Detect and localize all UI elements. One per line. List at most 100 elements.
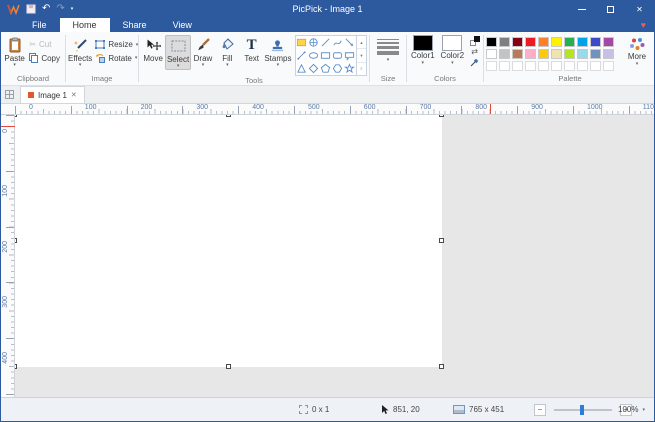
fill-tool-button[interactable]: Fill ▾: [215, 35, 239, 68]
palette-swatch-empty[interactable]: [577, 61, 588, 71]
palette-swatch[interactable]: [564, 37, 575, 47]
palette-swatch[interactable]: [486, 37, 497, 47]
window-list-icon[interactable]: [5, 90, 14, 99]
palette-swatch[interactable]: [538, 37, 549, 47]
close-tab-icon[interactable]: ✕: [71, 91, 77, 99]
tab-view[interactable]: View: [160, 18, 205, 32]
draw-tool-button[interactable]: Draw ▾: [191, 35, 215, 68]
palette-swatch[interactable]: [499, 37, 510, 47]
palette-swatch[interactable]: [590, 37, 601, 47]
minimize-button[interactable]: [567, 0, 596, 18]
gallery-expand[interactable]: ≡: [357, 63, 366, 75]
qat-customize-arrow[interactable]: ▾: [71, 4, 74, 14]
palette-swatch-empty[interactable]: [499, 61, 510, 71]
zoom-slider[interactable]: [554, 409, 612, 411]
default-colors-icon[interactable]: [470, 36, 480, 46]
copy-button[interactable]: Copy: [26, 51, 63, 65]
shape-star[interactable]: [344, 62, 356, 75]
tab-share[interactable]: Share: [110, 18, 160, 32]
palette-swatch[interactable]: [590, 49, 601, 59]
more-colors-button[interactable]: More ▾: [620, 35, 654, 67]
palette-swatch[interactable]: [512, 49, 523, 59]
ruler-label: 0: [29, 104, 33, 112]
shape-pentagon[interactable]: [320, 62, 332, 75]
shape-hexagon[interactable]: [332, 62, 344, 75]
palette-swatch-empty[interactable]: [564, 61, 575, 71]
shape-ellipse[interactable]: [308, 49, 320, 62]
undo-button[interactable]: ↶: [42, 4, 50, 14]
color1-button[interactable]: Color1 ▾: [409, 35, 437, 66]
selection-handle[interactable]: [226, 364, 231, 369]
color2-swatch: [442, 35, 462, 51]
group-label-palette: Palette: [484, 74, 655, 85]
shape-arrow-line[interactable]: [344, 36, 356, 49]
palette-swatch-empty[interactable]: [538, 61, 549, 71]
selection-handle[interactable]: [439, 364, 444, 369]
shape-circle-crosshair[interactable]: [308, 36, 320, 49]
gallery-scroll-down[interactable]: ▼: [357, 49, 366, 62]
palette-swatch-empty[interactable]: [590, 61, 601, 71]
selection-handle[interactable]: [226, 115, 231, 117]
document-tab[interactable]: Image 1 ✕: [20, 86, 85, 103]
line-width-icon[interactable]: [377, 39, 399, 55]
shape-line[interactable]: [320, 36, 332, 49]
palette-swatch[interactable]: [538, 49, 549, 59]
palette-swatch[interactable]: [551, 37, 562, 47]
shape-diamond[interactable]: [308, 62, 320, 75]
selection-handle[interactable]: [439, 238, 444, 243]
stamps-tool-button[interactable]: Stamps ▾: [264, 35, 292, 68]
maximize-button[interactable]: [596, 0, 625, 18]
selection-handle[interactable]: [439, 115, 444, 117]
palette-swatch[interactable]: [499, 49, 510, 59]
rotate-button[interactable]: Rotate ▾: [92, 51, 141, 65]
palette-swatch-empty[interactable]: [551, 61, 562, 71]
save-icon[interactable]: [26, 4, 36, 14]
shape-triangle[interactable]: [296, 62, 308, 75]
close-button[interactable]: ✕: [625, 0, 654, 18]
tab-home[interactable]: Home: [60, 18, 110, 32]
palette-swatch-empty[interactable]: [512, 61, 523, 71]
palette-swatch-empty[interactable]: [603, 61, 614, 71]
shape-curve[interactable]: [332, 36, 344, 49]
palette-swatch[interactable]: [525, 37, 536, 47]
image-canvas[interactable]: [15, 115, 442, 367]
size-dropdown-arrow[interactable]: ▾: [387, 57, 390, 63]
palette-swatch[interactable]: [577, 37, 588, 47]
paste-icon: [8, 36, 22, 54]
gallery-scroll-up[interactable]: ▲: [357, 36, 366, 49]
shape-rectangle-filled[interactable]: [296, 36, 308, 49]
zoom-level-dropdown[interactable]: ▾: [642, 407, 645, 413]
color2-button[interactable]: Color2 ▾: [439, 35, 467, 66]
shape-rounded-rectangle[interactable]: [332, 49, 344, 62]
effects-button[interactable]: Effects ▾: [68, 35, 92, 68]
palette-swatch[interactable]: [564, 49, 575, 59]
select-tool-button[interactable]: Select ▾: [165, 35, 190, 70]
palette-swatch[interactable]: [603, 37, 614, 47]
palette-swatch[interactable]: [603, 49, 614, 59]
zoom-slider-thumb[interactable]: [580, 405, 584, 415]
palette-swatch[interactable]: [551, 49, 562, 59]
palette-swatch-empty[interactable]: [486, 61, 497, 71]
ruler-label: 1000: [587, 104, 603, 112]
cut-button[interactable]: ✂ Cut: [26, 38, 63, 51]
palette-grid: [486, 35, 616, 73]
shape-speech-bubble[interactable]: [344, 49, 356, 62]
eyedropper-icon[interactable]: [470, 57, 480, 67]
palette-swatch[interactable]: [512, 37, 523, 47]
shape-rectangle[interactable]: [320, 49, 332, 62]
palette-swatch[interactable]: [486, 49, 497, 59]
palette-swatch[interactable]: [525, 49, 536, 59]
shape-polyline[interactable]: [296, 49, 308, 62]
resize-button[interactable]: Resize ▾: [92, 38, 141, 51]
ruler-label: 900: [531, 104, 543, 112]
move-tool-button[interactable]: Move: [141, 35, 165, 63]
zoom-out-button[interactable]: −: [534, 404, 546, 416]
palette-swatch-empty[interactable]: [525, 61, 536, 71]
palette-swatch[interactable]: [577, 49, 588, 59]
tab-file[interactable]: File: [19, 18, 60, 32]
text-tool-button[interactable]: T Text: [240, 35, 264, 63]
paste-button[interactable]: Paste ▾: [3, 35, 26, 68]
redo-button[interactable]: ↷: [56, 4, 64, 14]
favorite-heart-icon[interactable]: ♥: [641, 18, 654, 32]
swap-colors-icon[interactable]: ⇄: [471, 47, 478, 56]
